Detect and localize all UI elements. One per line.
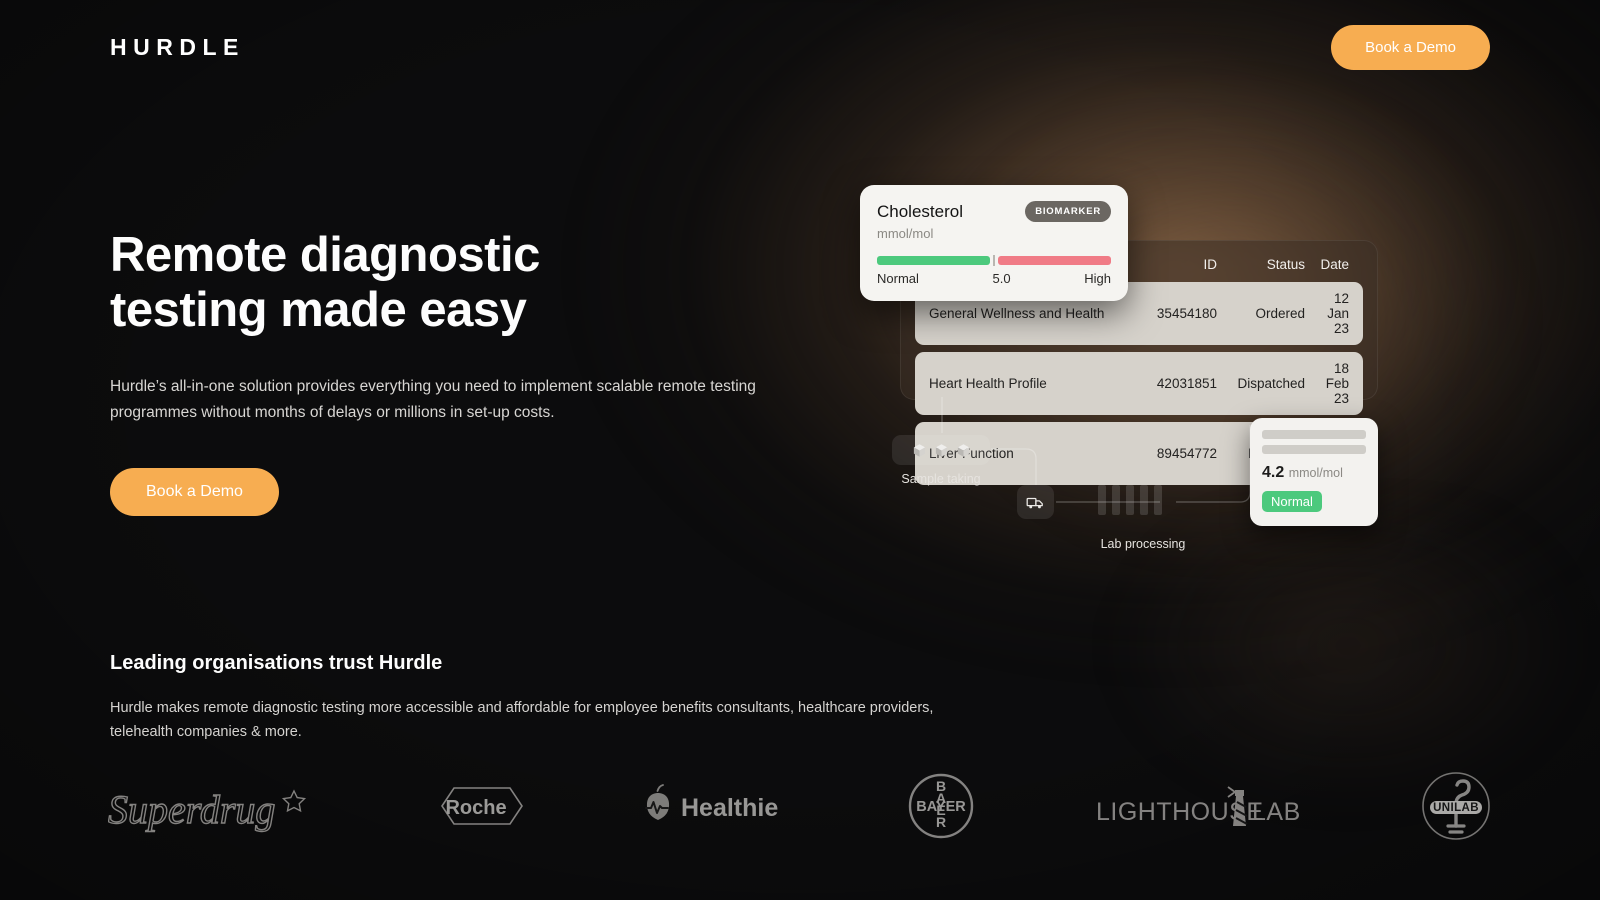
range-high-segment	[998, 256, 1111, 265]
hero-subtitle: Hurdle’s all-in-one solution provides ev…	[110, 377, 756, 421]
svg-text:Roche: Roche	[446, 797, 507, 819]
order-date: 12 Jan 23	[1327, 291, 1349, 336]
trust-body: Hurdle makes remote diagnostic testing m…	[110, 700, 934, 740]
orders-col-date-header: Date	[1320, 257, 1349, 272]
placeholder-bar	[1262, 445, 1366, 454]
logo-unilab: UNILAB	[1420, 770, 1492, 842]
biomarker-card: Cholesterol BIOMARKER mmol/mol Normal 5.…	[860, 185, 1128, 301]
trust-heading: Leading organisations trust Hurdle	[110, 652, 443, 674]
svg-text:Healthie: Healthie	[681, 794, 778, 822]
logo-lighthouse-labs: LIGHTHOUSE LABS	[1096, 778, 1300, 834]
svg-text:UNILAB: UNILAB	[1433, 802, 1479, 814]
healthie-logo-icon: Healthie	[644, 783, 778, 822]
orders-col-id-header: ID	[1203, 257, 1218, 272]
lab-processing-node	[1098, 485, 1162, 515]
landing-page: HURDLE Book a Demo Remote diagnostic tes…	[0, 0, 1600, 900]
brand-logo[interactable]: HURDLE	[110, 34, 245, 61]
range-value-label: 5.0	[992, 271, 1011, 286]
hero-headline: Remote diagnostic testing made easy	[110, 228, 810, 338]
range-high-label: High	[1084, 271, 1111, 286]
logo-roche: Roche	[428, 782, 524, 830]
unilab-logo-icon: UNILAB	[1422, 771, 1490, 840]
svg-text:R: R	[936, 814, 946, 830]
lighthouse-labs-logo-icon: LIGHTHOUSE LABS	[1096, 785, 1300, 826]
site-header: HURDLE Book a Demo	[0, 0, 1600, 95]
partner-logo-strip: Superdrug Roche Healthie B A E R BAYER L…	[108, 768, 1492, 843]
logo-bayer: B A E R BAYER	[907, 772, 975, 840]
result-value: 4.2	[1262, 464, 1285, 481]
lab-vial	[1112, 485, 1120, 515]
range-low-label: Normal	[877, 271, 919, 286]
product-illustration: ID Status Date General Wellness and Heal…	[860, 185, 1400, 551]
lab-vial	[1126, 485, 1134, 515]
process-flow-diagram: Sample taking Lab processing 4.2 mmol/mo…	[860, 397, 1400, 551]
order-status: Ordered	[1255, 306, 1305, 321]
orders-col-status-header: Status	[1266, 257, 1305, 272]
superdrug-logo-icon: Superdrug	[108, 786, 307, 832]
truck-icon	[1026, 497, 1043, 508]
logo-healthie: Healthie	[644, 783, 787, 828]
biomarker-unit: mmol/mol	[877, 226, 934, 241]
bayer-logo-icon: B A E R BAYER	[908, 773, 974, 838]
hero-cta-wrapper: Book a Demo	[110, 467, 810, 516]
logo-superdrug: Superdrug	[108, 775, 308, 837]
hero-book-a-demo-button[interactable]: Book a Demo	[110, 467, 279, 516]
range-normal-segment	[877, 256, 990, 265]
lab-vial	[1154, 485, 1162, 515]
biomarker-title: Cholesterol	[877, 201, 963, 221]
hero-headline-line-1: Remote diagnostic	[110, 228, 540, 282]
hero-headline-line-2: testing made easy	[110, 282, 527, 337]
biomarker-range-bar	[877, 255, 1111, 266]
order-name: General Wellness and Health	[929, 306, 1105, 321]
result-unit: mmol/mol	[1288, 466, 1343, 480]
cube-icon	[957, 443, 969, 457]
header-book-a-demo-button[interactable]: Book a Demo	[1331, 25, 1490, 70]
biomarker-range-labels: Normal 5.0 High	[877, 271, 1111, 286]
lab-processing-label: Lab processing	[1100, 537, 1186, 551]
svg-text:LABS: LABS	[1252, 798, 1300, 826]
lab-vial	[1098, 485, 1106, 515]
placeholder-bar	[1262, 430, 1366, 439]
biomarker-badge: BIOMARKER	[1025, 201, 1111, 222]
cube-icon	[935, 443, 947, 457]
trust-section: Leading organisations trust Hurdle Hurdl…	[110, 652, 1210, 744]
result-status-badge: Normal	[1262, 491, 1322, 512]
result-card: 4.2 mmol/mol Normal	[1250, 418, 1378, 526]
svg-text:Superdrug: Superdrug	[108, 787, 275, 832]
sample-taking-node	[892, 435, 990, 465]
order-id: 35454180	[1156, 306, 1217, 321]
lab-vial	[1140, 485, 1148, 515]
roche-logo-icon: Roche	[441, 786, 524, 825]
svg-text:BAYER: BAYER	[916, 799, 966, 815]
result-value-row: 4.2 mmol/mol	[1262, 464, 1366, 482]
hero-section: Remote diagnostic testing made easy Hurd…	[110, 228, 810, 516]
biomarker-card-header: Cholesterol BIOMARKER	[877, 201, 1111, 222]
cube-icon	[913, 443, 925, 457]
delivery-node	[1017, 485, 1054, 519]
range-threshold-marker	[993, 255, 995, 266]
sample-taking-label: Sample taking	[901, 472, 981, 486]
